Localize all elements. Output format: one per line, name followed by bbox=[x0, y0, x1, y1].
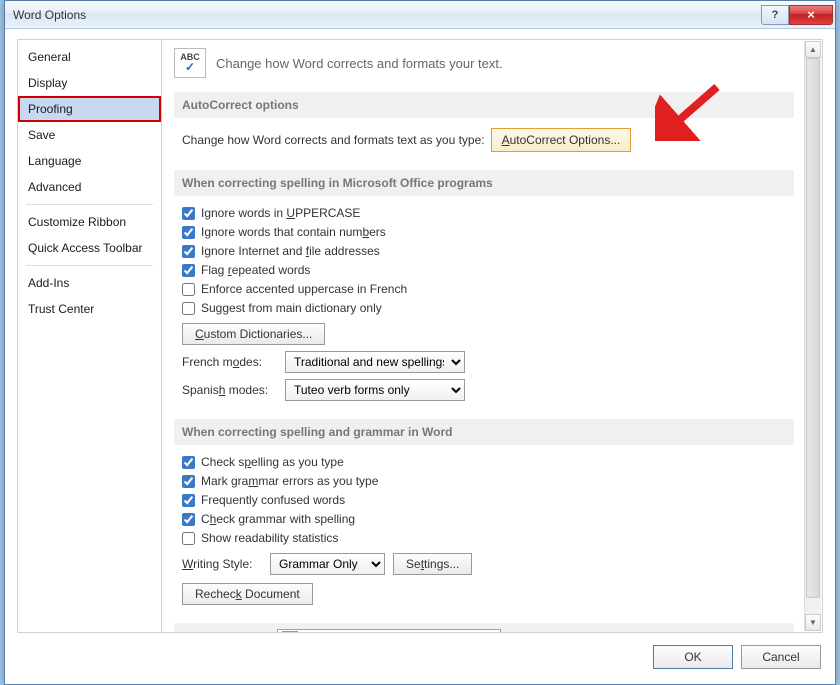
french-modes-select[interactable]: Traditional and new spellings bbox=[285, 351, 465, 373]
spanish-modes-select[interactable]: Tuteo verb forms only bbox=[285, 379, 465, 401]
office-check-label-5: Suggest from main dictionary only bbox=[201, 301, 382, 315]
sidebar-item-advanced[interactable]: Advanced bbox=[18, 174, 161, 200]
autocorrect-description: Change how Word corrects and formats tex… bbox=[182, 133, 485, 147]
page-subtitle: Change how Word corrects and formats you… bbox=[216, 56, 503, 71]
ok-button[interactable]: OK bbox=[653, 645, 733, 669]
word-check-checkbox-0[interactable] bbox=[182, 456, 195, 469]
titlebar: Word Options ? × bbox=[5, 1, 835, 29]
section-office-spelling-head: When correcting spelling in Microsoft Of… bbox=[174, 170, 794, 196]
office-check-label-2: Ignore Internet and file addresses bbox=[201, 244, 380, 258]
word-check-checkbox-1[interactable] bbox=[182, 475, 195, 488]
writing-style-select[interactable]: Grammar Only bbox=[270, 553, 385, 575]
dialog-footer: OK Cancel bbox=[5, 633, 835, 681]
office-check-label-0: Ignore words in UPPERCASE bbox=[201, 206, 360, 220]
help-button[interactable]: ? bbox=[761, 5, 789, 25]
word-check-checkbox-4[interactable] bbox=[182, 532, 195, 545]
autocorrect-options-button[interactable]: AutoCorrect Options... bbox=[491, 128, 632, 152]
word-check-label-4: Show readability statistics bbox=[201, 531, 338, 545]
document-icon bbox=[282, 631, 298, 632]
writing-style-label: Writing Style: bbox=[182, 557, 262, 571]
word-check-checkbox-2[interactable] bbox=[182, 494, 195, 507]
section-word-spelling-head: When correcting spelling and grammar in … bbox=[174, 419, 794, 445]
word-check-label-0: Check spelling as you type bbox=[201, 455, 344, 469]
office-check-label-3: Flag repeated words bbox=[201, 263, 310, 277]
sidebar-item-trust-center[interactable]: Trust Center bbox=[18, 296, 161, 322]
office-check-checkbox-4[interactable] bbox=[182, 283, 195, 296]
french-modes-label: French modes: bbox=[182, 355, 277, 369]
scroll-up-button[interactable]: ▲ bbox=[805, 41, 821, 58]
word-check-checkbox-3[interactable] bbox=[182, 513, 195, 526]
office-check-checkbox-0[interactable] bbox=[182, 207, 195, 220]
sidebar: General Display Proofing Save Language A… bbox=[17, 39, 162, 633]
sidebar-separator bbox=[26, 265, 153, 266]
word-check-label-2: Frequently confused words bbox=[201, 493, 345, 507]
section-autocorrect-head: AutoCorrect options bbox=[174, 92, 794, 118]
office-check-checkbox-3[interactable] bbox=[182, 264, 195, 277]
office-check-checkbox-2[interactable] bbox=[182, 245, 195, 258]
recheck-document-button[interactable]: Recheck Document bbox=[182, 583, 313, 605]
close-button[interactable]: × bbox=[789, 5, 833, 25]
window-title: Word Options bbox=[13, 8, 761, 22]
sidebar-item-addins[interactable]: Add-Ins bbox=[18, 270, 161, 296]
scroll-down-button[interactable]: ▼ bbox=[805, 614, 821, 631]
office-check-checkbox-1[interactable] bbox=[182, 226, 195, 239]
word-check-label-3: Check grammar with spelling bbox=[201, 512, 355, 526]
settings-button[interactable]: Settings... bbox=[393, 553, 472, 575]
office-check-label-4: Enforce accented uppercase in French bbox=[201, 282, 407, 296]
cancel-button[interactable]: Cancel bbox=[741, 645, 821, 669]
main-panel: ABC ✓ Change how Word corrects and forma… bbox=[162, 40, 822, 632]
office-check-label-1: Ignore words that contain numbers bbox=[201, 225, 386, 239]
sidebar-item-customize-ribbon[interactable]: Customize Ribbon bbox=[18, 209, 161, 235]
office-check-checkbox-5[interactable] bbox=[182, 302, 195, 315]
sidebar-item-save[interactable]: Save bbox=[18, 122, 161, 148]
scrollbar[interactable]: ▲ ▼ bbox=[804, 41, 821, 631]
sidebar-item-proofing[interactable]: Proofing bbox=[18, 96, 161, 122]
sidebar-item-language[interactable]: Language bbox=[18, 148, 161, 174]
sidebar-item-display[interactable]: Display bbox=[18, 70, 161, 96]
spanish-modes-label: Spanish modes: bbox=[182, 383, 277, 397]
section-exceptions-head: Exceptions for: Word Proofreading a Docu… bbox=[174, 623, 794, 632]
scroll-thumb[interactable] bbox=[806, 58, 820, 598]
sidebar-separator bbox=[26, 204, 153, 205]
proofing-icon: ABC ✓ bbox=[174, 48, 206, 78]
sidebar-item-general[interactable]: General bbox=[18, 44, 161, 70]
word-check-label-1: Mark grammar errors as you type bbox=[201, 474, 378, 488]
custom-dictionaries-button[interactable]: Custom Dictionaries... bbox=[182, 323, 325, 345]
sidebar-item-quick-access[interactable]: Quick Access Toolbar bbox=[18, 235, 161, 261]
